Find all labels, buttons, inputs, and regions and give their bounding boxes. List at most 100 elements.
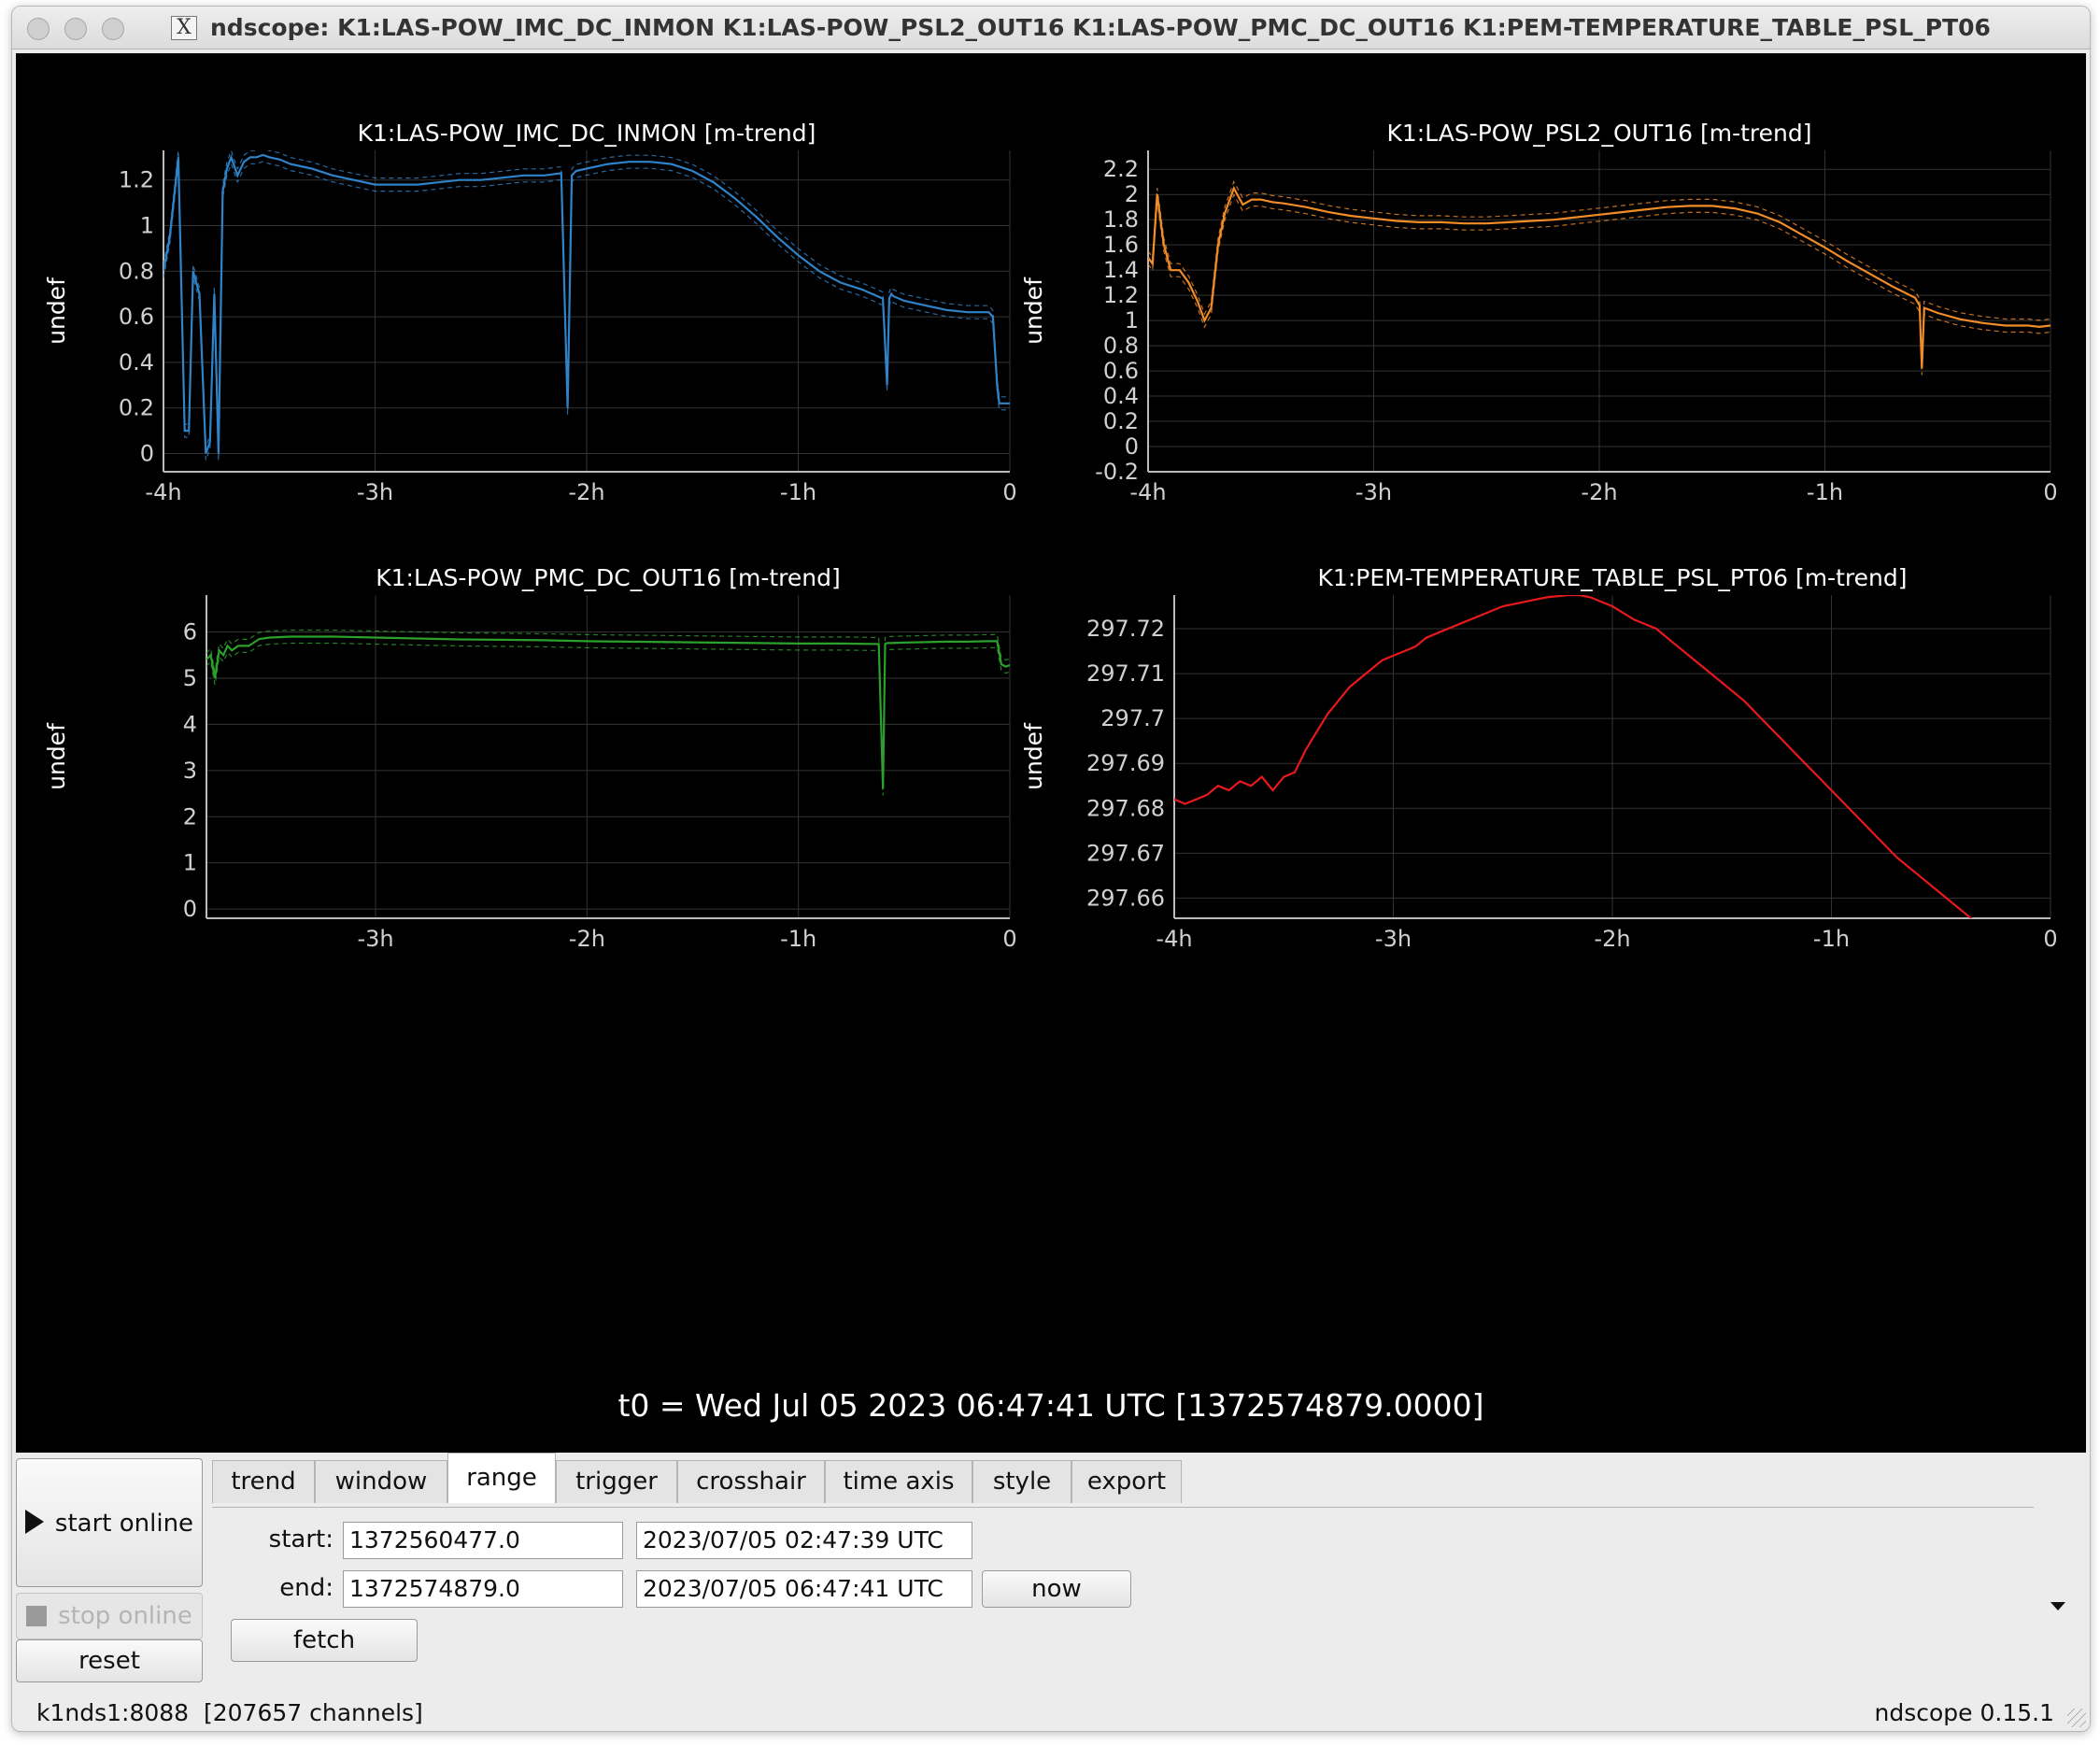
tab-trigger[interactable]: trigger — [556, 1460, 677, 1503]
y-tick-label: 297.7 — [1100, 705, 1165, 731]
y-tick-label: 3 — [183, 758, 197, 784]
y-tick-label: 1.6 — [1103, 232, 1139, 258]
y-tick-label: 0.4 — [119, 349, 154, 376]
stop-icon — [26, 1606, 48, 1626]
y-tick-label: 5 — [183, 665, 197, 691]
play-icon — [24, 1510, 44, 1534]
tab-window[interactable]: window — [315, 1460, 447, 1503]
x-tick-label: 0 — [2043, 479, 2057, 505]
y-tick-label: 1.8 — [1103, 206, 1139, 233]
chart-1: -4h -3h -2h -1h 0 0 0.2 0.4 0.6 0.8 1 1.2 K1:LAS-POW… — [43, 120, 1017, 505]
ndscope-window: X ndscope: K1:LAS-POW_IMC_DC_INMON K1:LA… — [11, 6, 2091, 1732]
y-tick-label: 297.71 — [1086, 660, 1165, 687]
end-label: end: — [279, 1574, 333, 1602]
x-tick-label: -1h — [780, 926, 816, 952]
y-tick-label: 297.69 — [1086, 750, 1165, 776]
x-tick-label: -2h — [1594, 926, 1630, 952]
x-tick-label: -1h — [1807, 479, 1843, 505]
window-title: ndscope: K1:LAS-POW_IMC_DC_INMON K1:LAS-… — [210, 14, 1991, 41]
x-tick-label: -3h — [1355, 479, 1392, 505]
y-tick-label: 4 — [183, 711, 197, 737]
chart-2: -4h -3h -2h -1h 0-0.200.20.40.60.811.21.41.6… — [1020, 120, 2058, 505]
y-tick-label: 1.2 — [1103, 282, 1139, 308]
x-tick-label: -3h — [1375, 926, 1412, 952]
y-tick-label: 0 — [1125, 433, 1139, 460]
start-gps-input[interactable]: 1372560477.0 — [343, 1522, 623, 1559]
tab-export[interactable]: export — [1071, 1460, 1182, 1503]
end-gps-input[interactable]: 1372574879.0 — [343, 1570, 623, 1608]
chevron-down-icon[interactable] — [2050, 1602, 2065, 1610]
y-tick-label: 297.68 — [1086, 795, 1165, 821]
tab-style[interactable]: style — [972, 1460, 1071, 1503]
x-tick-label: -1h — [780, 479, 816, 505]
tab-divider — [212, 1507, 2034, 1508]
reset-button[interactable]: reset — [16, 1639, 203, 1682]
y-tick-label: 0 — [183, 896, 197, 922]
chart-4: -4h -3h -2h -1h 0 297.66 297.67 297.68 297.69 297… — [1020, 564, 2058, 952]
close-window-button[interactable] — [27, 18, 50, 40]
plot-grid: -4h -3h -2h -1h 000.20.40.60.811.2K1:LAS-POW… — [43, 120, 2058, 952]
start-label: start: — [268, 1525, 333, 1553]
y-tick-label: 0.6 — [119, 304, 154, 330]
y-tick-label: 2.2 — [1103, 156, 1139, 182]
series-mean-line — [1174, 595, 1973, 918]
start-online-button[interactable]: start online — [16, 1458, 203, 1587]
tab-time-axis[interactable]: time axis — [825, 1460, 972, 1503]
minimize-window-button[interactable] — [64, 18, 87, 40]
y-tick-label: 1 — [183, 850, 197, 876]
tab-crosshair[interactable]: crosshair — [677, 1460, 825, 1503]
resize-grip-icon[interactable] — [2067, 1709, 2086, 1727]
y-tick-label: 0.2 — [1103, 408, 1139, 434]
y-axis-label: undef — [43, 277, 70, 345]
tab-trend[interactable]: trend — [212, 1460, 315, 1503]
x11-icon: X — [171, 16, 197, 40]
series-max-line — [206, 629, 1010, 783]
title-bar: X ndscope: K1:LAS-POW_IMC_DC_INMON K1:LA… — [12, 7, 2090, 50]
x-tick-label: 0 — [2043, 926, 2057, 952]
server-status: k1nds1:8088 [207657 channels] — [36, 1699, 423, 1726]
x-tick-label: -2h — [1581, 479, 1617, 505]
y-tick-label: 2 — [1125, 181, 1139, 207]
y-tick-label: 1.4 — [1103, 257, 1139, 283]
control-panel: start online stop online reset trend win… — [12, 1453, 2090, 1731]
y-tick-label: 297.72 — [1086, 616, 1165, 642]
x-tick-label: -3h — [357, 926, 393, 952]
chart-title: K1:LAS-POW_PSL2_OUT16 [m-trend] — [1387, 120, 1812, 147]
now-button[interactable]: now — [982, 1570, 1131, 1608]
tab-range[interactable]: range — [447, 1453, 556, 1503]
y-tick-label: 0.6 — [1103, 358, 1139, 384]
y-axis-label: undef — [1020, 722, 1047, 790]
x-tick-label: -2h — [568, 479, 604, 505]
x-tick-label: 0 — [1002, 926, 1016, 952]
y-tick-label: 0.8 — [1103, 333, 1139, 359]
y-tick-label: -0.2 — [1095, 459, 1139, 485]
x-tick-label: -4h — [145, 479, 181, 505]
y-tick-label: 1 — [1125, 307, 1139, 333]
y-axis-label: undef — [43, 722, 70, 790]
y-tick-label: 297.66 — [1086, 885, 1165, 911]
series-mean-line — [206, 635, 1010, 789]
y-tick-label: 1.2 — [119, 167, 154, 193]
y-tick-label: 0.8 — [119, 258, 154, 284]
chart-3: -3h -2h -1h 0 0 1 2 3 4 5 6 K1:LAS-POW_PMC_DC_OUT16… — [43, 564, 1017, 952]
chart-title: K1:PEM-TEMPERATURE_TABLE_PSL_PT06 [m-tre… — [1318, 564, 1908, 591]
series-min-line — [206, 642, 1010, 796]
y-tick-label: 297.67 — [1086, 840, 1165, 866]
x-tick-label: -3h — [357, 479, 393, 505]
fetch-button[interactable]: fetch — [231, 1619, 418, 1662]
y-tick-label: 0.2 — [119, 395, 154, 421]
stop-online-button[interactable]: stop online — [16, 1593, 203, 1639]
x-tick-label: 0 — [1002, 479, 1016, 505]
stop-online-label: stop online — [58, 1602, 192, 1630]
x-tick-label: -1h — [1813, 926, 1850, 952]
start-utc-input[interactable]: 2023/07/05 02:47:39 UTC — [636, 1522, 972, 1559]
maximize-window-button[interactable] — [102, 18, 124, 40]
y-axis-label: undef — [1020, 277, 1047, 345]
x-tick-label: -4h — [1156, 926, 1192, 952]
y-tick-label: 2 — [183, 803, 197, 830]
y-tick-label: 0 — [140, 440, 154, 466]
y-tick-label: 1 — [140, 213, 154, 239]
chart-title: K1:LAS-POW_PMC_DC_OUT16 [m-trend] — [376, 564, 841, 591]
version-label: ndscope 0.15.1 — [1874, 1699, 2055, 1726]
end-utc-input[interactable]: 2023/07/05 06:47:41 UTC — [636, 1570, 972, 1608]
